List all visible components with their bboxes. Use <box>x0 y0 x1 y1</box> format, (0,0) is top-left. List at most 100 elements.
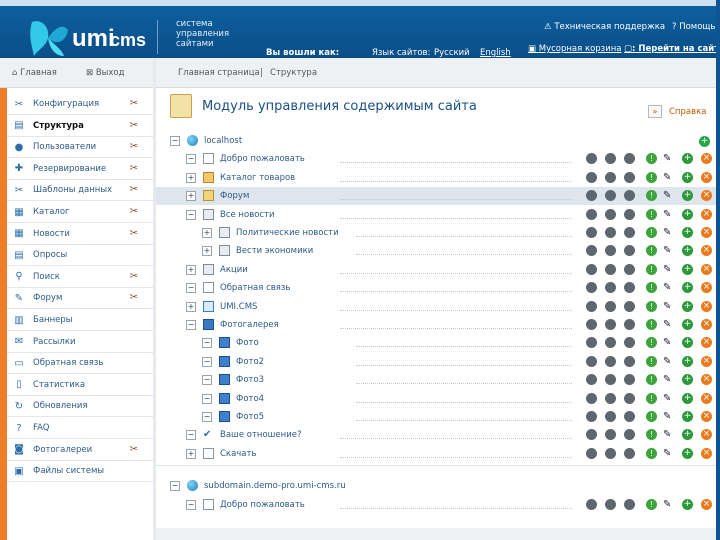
activity-icon[interactable]: ! <box>646 411 657 422</box>
activity-icon[interactable]: ! <box>646 190 657 202</box>
sidebar-item[interactable]: ▤ Структура ✂ <box>7 116 153 137</box>
delete-icon[interactable]: × <box>701 392 712 404</box>
tree-row[interactable]: + Акции! ✎ + × <box>156 261 716 279</box>
edit-icon[interactable] <box>624 319 635 330</box>
edit-icon[interactable] <box>624 447 635 459</box>
collapse-toggle[interactable]: − <box>186 320 196 330</box>
edit-icon[interactable] <box>624 337 635 349</box>
view-icon[interactable] <box>586 227 597 238</box>
sidebar-item[interactable]: ◙ Фотогалереи ✂ <box>7 440 153 461</box>
activity-icon[interactable]: ! <box>646 245 657 257</box>
tree-row[interactable]: − Обратная связь! ✎ + × <box>156 279 716 297</box>
add-child-icon[interactable]: + <box>682 245 693 257</box>
pencil-icon[interactable]: ✎ <box>663 429 674 440</box>
tree-row[interactable]: − Фото4! ✎ + × <box>156 390 716 408</box>
tree-row-label[interactable]: Фото <box>236 338 259 348</box>
add-child-icon[interactable]: + <box>682 411 693 422</box>
settings-icon[interactable]: ✂ <box>127 444 141 456</box>
move-icon[interactable] <box>605 429 616 441</box>
delete-icon[interactable]: × <box>701 153 712 165</box>
tree-row[interactable]: + Политические новости! ✎ + × <box>156 224 716 242</box>
add-child-icon[interactable]: + <box>682 429 693 441</box>
sidebar-item[interactable]: ▦ Новости ✂ <box>7 224 153 245</box>
tree-row-label[interactable]: Фото4 <box>236 394 264 404</box>
collapse-toggle[interactable]: − <box>186 283 196 294</box>
activity-icon[interactable]: ! <box>646 429 657 441</box>
tree-row-label[interactable]: UMI.CMS <box>220 302 257 312</box>
help-link[interactable]: ? Помощь <box>672 22 715 32</box>
edit-icon[interactable] <box>624 498 635 510</box>
delete-icon[interactable]: × <box>701 447 712 459</box>
view-icon[interactable] <box>586 337 597 349</box>
move-icon[interactable] <box>605 392 616 404</box>
move-icon[interactable] <box>605 263 616 275</box>
home-link[interactable]: ⌂ Главная <box>12 68 57 78</box>
move-icon[interactable] <box>605 153 616 165</box>
edit-icon[interactable] <box>624 429 635 441</box>
sidebar-item[interactable]: ↻ Обновления <box>7 396 153 418</box>
pencil-icon[interactable]: ✎ <box>663 448 674 459</box>
view-icon[interactable] <box>586 498 597 510</box>
edit-icon[interactable] <box>624 153 635 165</box>
tree-row[interactable]: + Форум! ✎ + × <box>156 187 716 206</box>
settings-icon[interactable]: ✂ <box>127 228 141 240</box>
view-icon[interactable] <box>586 447 597 459</box>
edit-icon[interactable] <box>624 263 635 275</box>
tree-row-label[interactable]: Фото2 <box>236 357 264 367</box>
view-icon[interactable] <box>586 300 597 312</box>
add-child-icon[interactable]: + <box>682 227 693 238</box>
delete-icon[interactable]: × <box>701 429 712 441</box>
collapse-toggle[interactable]: − <box>202 338 212 349</box>
tree-row-label[interactable]: Все новости <box>220 210 275 220</box>
view-icon[interactable] <box>586 190 597 202</box>
sidebar-item[interactable]: ▦ Каталог ✂ <box>7 202 153 223</box>
move-icon[interactable] <box>605 498 616 510</box>
sidebar-item[interactable]: ✉ Рассылки <box>7 332 153 353</box>
view-icon[interactable] <box>586 208 597 220</box>
settings-icon[interactable]: ✂ <box>127 141 141 153</box>
expand-toggle[interactable]: + <box>202 228 212 238</box>
tree-row[interactable]: − Фото! ✎ + × <box>156 334 716 352</box>
view-icon[interactable] <box>586 171 597 183</box>
sidebar-item[interactable]: ▥ Баннеры <box>7 310 153 331</box>
sidebar-item[interactable]: ✎ Форум ✂ <box>7 288 153 310</box>
edit-icon[interactable] <box>624 190 635 202</box>
add-child-icon[interactable]: + <box>682 498 693 510</box>
move-icon[interactable] <box>605 227 616 238</box>
settings-icon[interactable]: ✂ <box>127 98 141 110</box>
collapse-toggle[interactable]: − <box>170 481 180 492</box>
delete-icon[interactable]: × <box>701 282 712 294</box>
delete-icon[interactable]: × <box>701 227 712 238</box>
sidebar-item[interactable]: ▤ Опросы <box>7 245 153 267</box>
sidebar-item[interactable]: ▯ Статистика <box>7 375 153 396</box>
delete-icon[interactable]: × <box>701 263 712 275</box>
tree-row-label[interactable]: Вести экономики <box>236 246 313 256</box>
add-child-icon[interactable]: + <box>682 447 693 459</box>
tree-row[interactable]: − ✔ Ваше отношение?! ✎ + × <box>156 426 716 444</box>
delete-icon[interactable]: × <box>701 300 712 312</box>
move-icon[interactable] <box>605 447 616 459</box>
pencil-icon[interactable]: ✎ <box>663 301 674 312</box>
edit-icon[interactable] <box>624 374 635 386</box>
activity-icon[interactable]: ! <box>646 498 657 510</box>
delete-icon[interactable]: × <box>701 171 712 183</box>
activity-icon[interactable]: ! <box>646 355 657 367</box>
delete-icon[interactable]: × <box>701 208 712 220</box>
add-child-icon[interactable]: + <box>682 300 693 312</box>
pencil-icon[interactable]: ✎ <box>663 245 674 256</box>
move-icon[interactable] <box>605 374 616 386</box>
delete-icon[interactable]: × <box>701 411 712 422</box>
pencil-icon[interactable]: ✎ <box>663 319 674 330</box>
support-link[interactable]: ⚠ Техническая поддержка <box>544 22 665 32</box>
domain-label[interactable]: localhost <box>204 136 242 146</box>
tree-row-label[interactable]: Скачать <box>220 449 256 459</box>
tree-row[interactable]: + Каталог товаров! ✎ + × <box>156 169 716 187</box>
pencil-icon[interactable]: ✎ <box>663 411 674 422</box>
domain-row[interactable]: − localhost <box>156 132 716 150</box>
activity-icon[interactable]: ! <box>646 300 657 312</box>
move-icon[interactable] <box>605 319 616 330</box>
delete-icon[interactable]: × <box>701 337 712 349</box>
tree-row-label[interactable]: Добро пожаловать <box>220 500 305 510</box>
tree-row-label[interactable]: Каталог товаров <box>220 173 295 183</box>
add-child-icon[interactable]: + <box>682 392 693 404</box>
